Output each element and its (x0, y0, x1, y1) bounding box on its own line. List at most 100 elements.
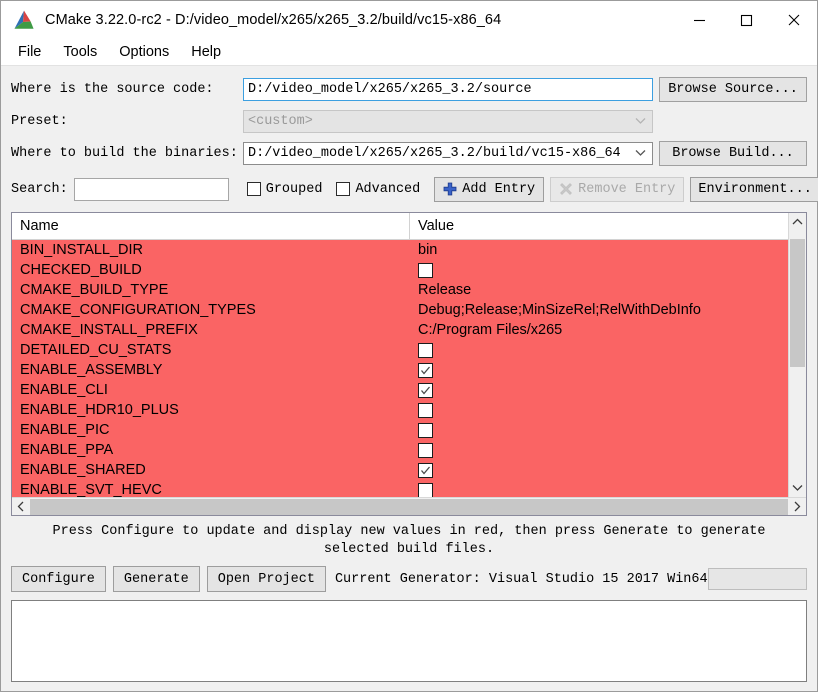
cmake-gui-window: CMake 3.22.0-rc2 - D:/video_model/x265/x… (0, 0, 818, 692)
cache-entry-value[interactable] (410, 362, 788, 378)
horizontal-scroll-thumb[interactable] (30, 498, 788, 515)
check-icon (421, 366, 430, 375)
menu-item-options[interactable]: Options (111, 42, 179, 63)
remove-entry-button: Remove Entry (550, 176, 685, 202)
cache-entry-value[interactable]: bin (410, 242, 788, 258)
cache-entry-value[interactable] (410, 382, 788, 398)
window-title: CMake 3.22.0-rc2 - D:/video_model/x265/x… (45, 12, 502, 28)
vertical-scroll-thumb[interactable] (790, 239, 805, 367)
table-row[interactable]: CMAKE_INSTALL_PREFIX C:/Program Files/x26… (12, 320, 788, 340)
cache-table-main: Name Value BIN_INSTALL_DIR bin CHECKED_BUI… (12, 213, 788, 497)
grouped-checkbox[interactable] (246, 182, 261, 196)
check-icon (421, 386, 430, 395)
cache-entry-name: CMAKE_BUILD_TYPE (20, 282, 169, 298)
add-entry-button[interactable]: Add Entry (434, 176, 545, 202)
cache-entry-value[interactable]: C:/Program Files/x265 (410, 322, 788, 338)
cache-table: Name Value BIN_INSTALL_DIR bin CHECKED_BUI… (11, 212, 807, 516)
cache-entry-name: DETAILED_CU_STATS (20, 342, 172, 358)
table-row[interactable]: ENABLE_PPA (12, 440, 788, 460)
scroll-up-button[interactable] (789, 213, 806, 231)
table-row[interactable]: CMAKE_BUILD_TYPE Release (12, 280, 788, 300)
advanced-checkbox-row[interactable]: Advanced (336, 182, 420, 197)
table-row[interactable]: ENABLE_PIC (12, 420, 788, 440)
environment-button[interactable]: Environment... (690, 176, 818, 202)
source-row: Where is the source code: D:/video_model… (11, 74, 807, 104)
table-row[interactable]: CHECKED_BUILD (12, 260, 788, 280)
table-row[interactable]: ENABLE_ASSEMBLY (12, 360, 788, 380)
cache-entry-checkbox[interactable] (418, 482, 433, 497)
output-pane[interactable] (11, 600, 807, 682)
chevron-up-icon (792, 218, 803, 225)
action-bar: Configure Generate Open Project Current … (11, 564, 807, 594)
cache-entry-value[interactable] (410, 342, 788, 358)
scroll-right-button[interactable] (788, 498, 806, 516)
preset-combobox: <custom> (243, 109, 653, 133)
cache-entry-checkbox[interactable] (418, 262, 433, 278)
generate-button[interactable]: Generate (112, 566, 200, 592)
browse-build-button[interactable]: Browse Build... (659, 140, 807, 166)
menu-item-tools[interactable]: Tools (55, 42, 107, 63)
grouped-checkbox-row[interactable]: Grouped (246, 181, 323, 197)
cmake-logo-icon (11, 8, 37, 32)
cache-entry-value[interactable] (410, 442, 788, 458)
horizontal-scrollbar[interactable] (12, 497, 806, 515)
column-header-value[interactable]: Value (410, 213, 788, 239)
cache-entry-name: ENABLE_SHARED (20, 462, 146, 478)
status-message: Press Configure to update and display ne… (52, 524, 766, 557)
menu-item-help[interactable]: Help (183, 42, 231, 63)
cache-entry-value[interactable]: Release (410, 282, 788, 298)
window-controls (676, 1, 817, 39)
open-project-button[interactable]: Open Project (206, 566, 326, 592)
cache-entry-value[interactable] (410, 482, 788, 497)
cache-entry-checkbox[interactable] (418, 462, 433, 478)
build-path-combobox[interactable]: D:/video_model/x265/x265_3.2/build/vc15-… (243, 141, 653, 165)
table-row[interactable]: DETAILED_CU_STATS (12, 340, 788, 360)
advanced-checkbox[interactable] (336, 182, 351, 196)
configure-button[interactable]: Configure (11, 566, 106, 592)
cache-entry-name: ENABLE_SVT_HEVC (20, 482, 162, 497)
table-row[interactable]: BIN_INSTALL_DIR bin (12, 240, 788, 260)
progress-bar (707, 568, 807, 590)
browse-source-button[interactable]: Browse Source... (659, 76, 807, 102)
cache-entry-checkbox[interactable] (418, 382, 433, 398)
cache-entry-checkbox[interactable] (418, 342, 433, 358)
table-row[interactable]: ENABLE_CLI (12, 380, 788, 400)
horizontal-scroll-track[interactable] (30, 498, 788, 516)
preset-value: <custom> (248, 113, 313, 129)
table-row[interactable]: ENABLE_SVT_HEVC (12, 480, 788, 497)
cache-entry-checkbox[interactable] (418, 422, 433, 438)
cache-entry-checkbox[interactable] (418, 402, 433, 418)
cache-entry-value[interactable]: Debug;Release;MinSizeRel;RelWithDebInfo (410, 302, 788, 318)
column-header-name[interactable]: Name (12, 213, 410, 239)
vertical-scrollbar[interactable] (788, 213, 806, 497)
cache-entry-checkbox[interactable] (418, 442, 433, 458)
close-icon (788, 14, 799, 26)
search-label: Search: (11, 181, 68, 197)
cache-table-inner: Name Value BIN_INSTALL_DIR bin CHECKED_BUI… (12, 213, 806, 497)
cache-entry-name: CMAKE_CONFIGURATION_TYPES (20, 302, 256, 318)
minimize-button[interactable] (676, 1, 723, 39)
add-entry-label: Add Entry (462, 181, 536, 197)
vertical-scroll-track[interactable] (789, 231, 806, 479)
cache-entry-value[interactable] (410, 462, 788, 478)
cache-entry-value[interactable] (410, 402, 788, 418)
close-button[interactable] (770, 1, 817, 39)
cache-entry-name: CMAKE_INSTALL_PREFIX (20, 322, 198, 338)
advanced-label: Advanced (355, 181, 421, 197)
source-path-input[interactable]: D:/video_model/x265/x265_3.2/source (243, 77, 653, 101)
maximize-button[interactable] (723, 1, 770, 39)
table-row[interactable]: ENABLE_SHARED (12, 460, 788, 480)
scroll-down-button[interactable] (789, 479, 806, 497)
search-input[interactable] (73, 177, 229, 201)
menu-item-file[interactable]: File (10, 42, 51, 63)
scroll-left-button[interactable] (12, 498, 30, 516)
table-row[interactable]: ENABLE_HDR10_PLUS (12, 400, 788, 420)
grouped-label: Grouped (265, 181, 323, 197)
cache-entry-value[interactable] (410, 422, 788, 438)
table-row[interactable]: CMAKE_CONFIGURATION_TYPES Debug;Release;M… (12, 300, 788, 320)
cache-entry-checkbox[interactable] (418, 362, 433, 378)
source-label: Where is the source code: (11, 81, 214, 97)
cache-entry-value[interactable] (410, 262, 788, 278)
cache-entry-name: CHECKED_BUILD (20, 262, 142, 278)
chevron-down-icon[interactable] (633, 149, 648, 157)
